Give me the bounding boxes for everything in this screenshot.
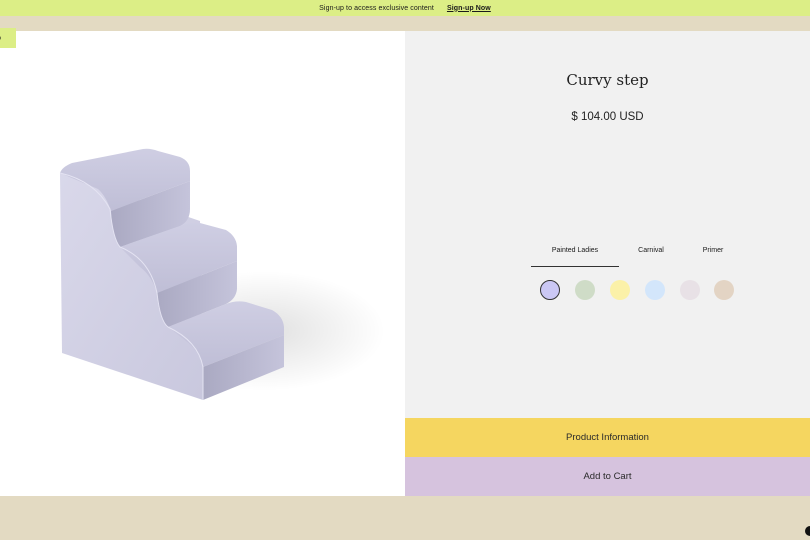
footer-area bbox=[0, 496, 810, 540]
color-swatch[interactable] bbox=[714, 280, 734, 300]
chat-bubble-icon[interactable] bbox=[805, 526, 810, 536]
promo-bar: Sign-up to access exclusive content Sign… bbox=[0, 0, 810, 16]
color-swatch[interactable] bbox=[645, 280, 665, 300]
tab-carnival[interactable]: Carnival bbox=[629, 247, 673, 260]
color-swatch[interactable] bbox=[680, 280, 700, 300]
product-price: $ 104.00 USD bbox=[571, 111, 644, 123]
collection-tabs: Painted Ladies Carnival Primer bbox=[531, 247, 741, 267]
promo-text: Sign-up to access exclusive content bbox=[319, 4, 434, 12]
active-tab-indicator bbox=[531, 265, 619, 267]
header-strip bbox=[0, 16, 810, 31]
signup-link[interactable]: Sign-up Now bbox=[447, 5, 491, 12]
side-tab-label: p bbox=[0, 35, 1, 42]
tab-painted-ladies[interactable]: Painted Ladies bbox=[531, 247, 619, 260]
color-swatch[interactable] bbox=[540, 280, 560, 300]
tab-primer[interactable]: Primer bbox=[697, 247, 729, 260]
product-info-panel: Curvy step $ 104.00 USD Painted Ladies C… bbox=[405, 31, 810, 418]
stair-step-shape-icon bbox=[59, 148, 385, 400]
product-title: Curvy step bbox=[566, 71, 649, 89]
product-image bbox=[0, 31, 405, 496]
color-swatch[interactable] bbox=[575, 280, 595, 300]
product-information-button[interactable]: Product Information bbox=[405, 418, 810, 457]
side-tab[interactable]: p bbox=[0, 28, 16, 48]
color-swatch[interactable] bbox=[610, 280, 630, 300]
add-to-cart-button[interactable]: Add to Cart bbox=[405, 457, 810, 496]
